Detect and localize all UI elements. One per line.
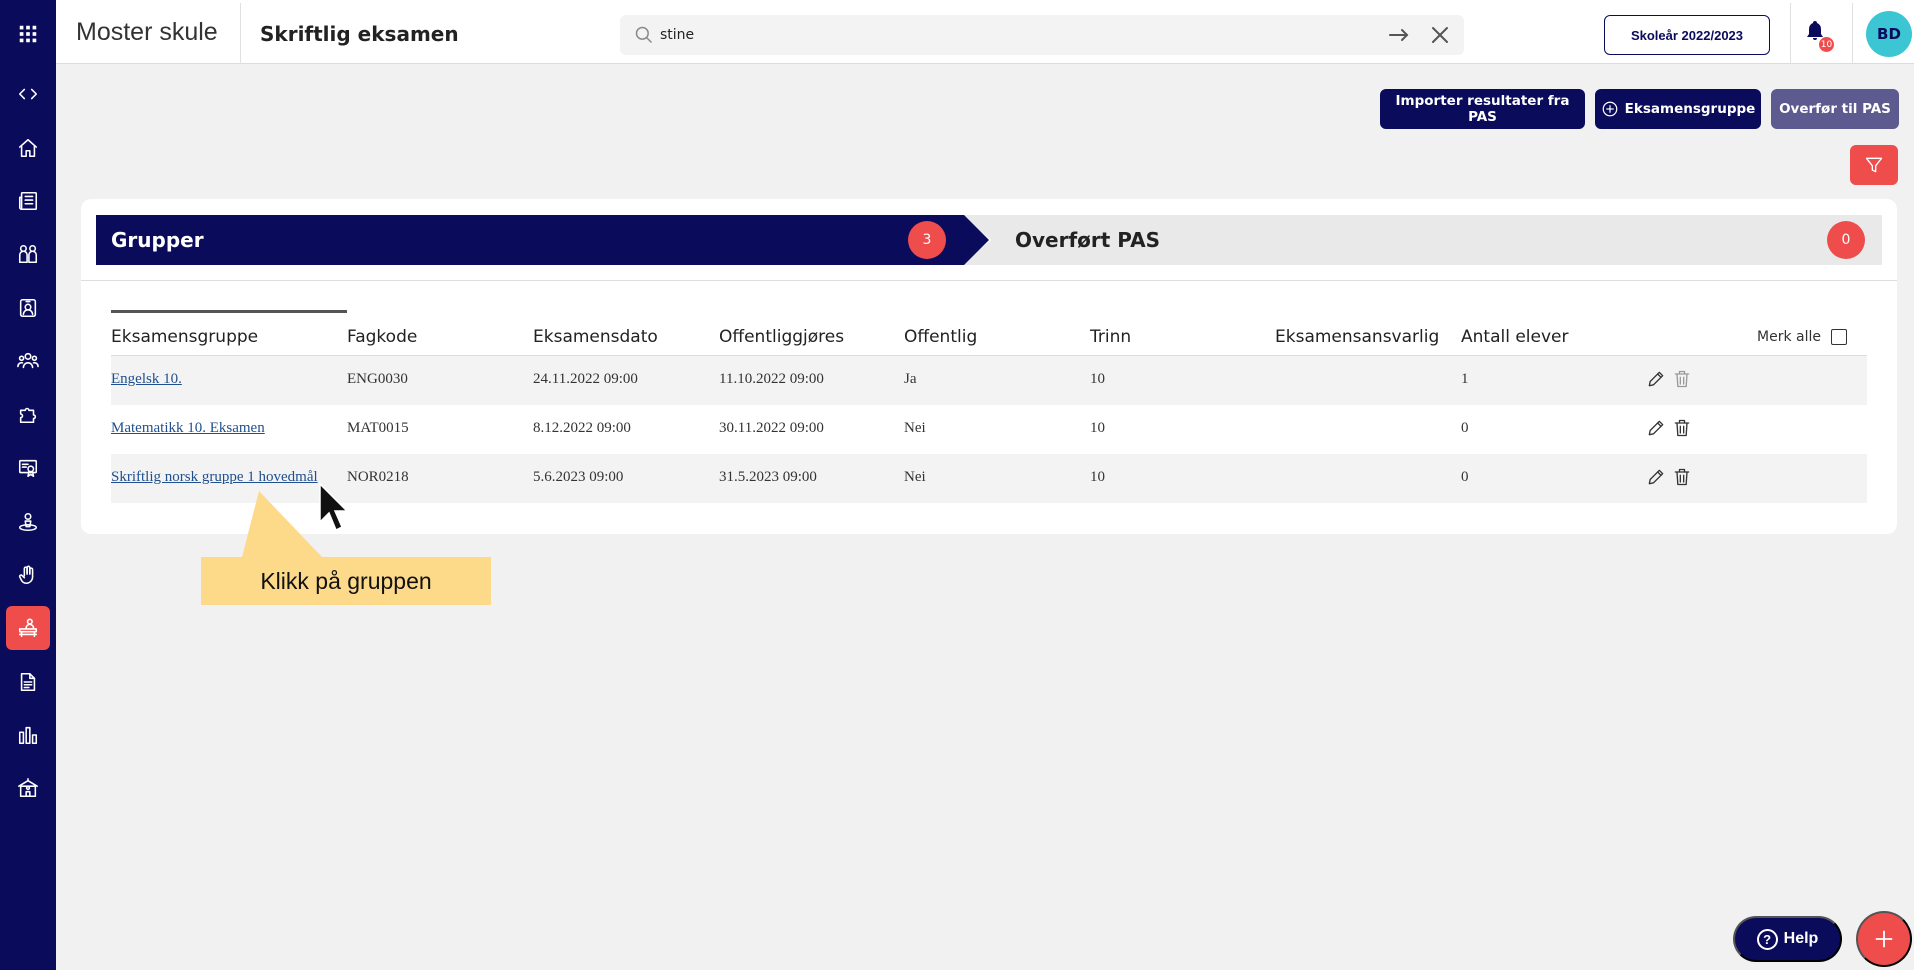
help-button[interactable]: ? Help (1733, 916, 1842, 962)
table-row: Skriftlig norsk gruppe 1 hovedmål NOR021… (111, 454, 1867, 503)
select-all-label: Merk alle (1757, 329, 1821, 345)
help-label: Help (1783, 930, 1819, 947)
public-flag: Nei (904, 469, 926, 485)
avatar[interactable]: BD (1866, 11, 1912, 57)
column-header[interactable]: Trinn (1090, 327, 1131, 347)
publish-date: 30.11.2022 09:00 (719, 420, 824, 436)
row-actions (1646, 418, 1692, 438)
divider (1790, 3, 1791, 64)
add-exam-group-label: Eksamensgruppe (1624, 101, 1756, 117)
exam-desk-icon[interactable] (6, 606, 50, 650)
level: 10 (1090, 469, 1105, 485)
column-header[interactable]: Antall elever (1461, 327, 1569, 347)
publish-date: 31.5.2023 09:00 (719, 469, 817, 485)
pencil-icon[interactable] (1646, 369, 1666, 389)
document-icon[interactable] (6, 660, 50, 704)
filter-button[interactable] (1850, 145, 1898, 185)
question-icon: ? (1756, 928, 1778, 950)
search-input[interactable] (660, 21, 1310, 49)
tab-overfort-pas[interactable]: Overført PAS 0 (961, 215, 1882, 265)
divider (1852, 3, 1853, 64)
school-building-icon[interactable] (6, 766, 50, 810)
public-flag: Ja (904, 371, 917, 387)
tab-label: Overført PAS (1015, 228, 1160, 252)
transfer-to-pas-button[interactable]: Overfør til PAS (1771, 89, 1899, 129)
pencil-icon[interactable] (1646, 467, 1666, 487)
exam-date: 24.11.2022 09:00 (533, 371, 638, 387)
mouse-cursor-icon (319, 482, 348, 532)
select-all[interactable]: Merk alle (1757, 329, 1847, 345)
table-row: Matematikk 10. Eksamen MAT0015 8.12.2022… (111, 405, 1867, 454)
column-header[interactable]: Eksamensansvarlig (1275, 327, 1439, 347)
add-fab-button[interactable] (1856, 911, 1912, 967)
filter-icon (1865, 157, 1883, 173)
trash-icon[interactable] (1672, 369, 1692, 389)
column-header[interactable]: Offentliggjøres (719, 327, 844, 347)
import-results-button[interactable]: Importer resultater fra PAS (1380, 89, 1585, 129)
trash-icon[interactable] (1672, 418, 1692, 438)
public-flag: Nei (904, 420, 926, 436)
exam-date: 5.6.2023 09:00 (533, 469, 624, 485)
level: 10 (1090, 420, 1105, 436)
column-header[interactable]: Offentlig (904, 327, 977, 347)
student-count: 1 (1461, 371, 1469, 387)
search-icon (634, 25, 654, 45)
select-all-checkbox[interactable] (1830, 329, 1847, 345)
student-count: 0 (1461, 469, 1469, 485)
column-header[interactable]: Eksamensdato (533, 327, 658, 347)
add-exam-group-button[interactable]: Eksamensgruppe (1595, 89, 1761, 129)
notification-badge: 10 (1819, 37, 1834, 52)
count-badge: 3 (908, 221, 946, 259)
notifications-button[interactable]: 10 (1803, 19, 1839, 52)
close-icon[interactable] (1426, 21, 1454, 49)
row-actions (1646, 369, 1692, 389)
trash-icon[interactable] (1672, 467, 1692, 487)
pencil-icon[interactable] (1646, 418, 1666, 438)
table-row: Engelsk 10. ENG0030 24.11.2022 09:00 11.… (111, 356, 1867, 405)
tutorial-callout: Klikk på gruppen (201, 557, 491, 605)
plus-circle-icon (1602, 101, 1618, 117)
bar-chart-icon[interactable] (6, 713, 50, 757)
tabs: Overført PAS 0 Grupper 3 (96, 215, 1882, 265)
plus-icon (1875, 930, 1893, 948)
arrow-right-icon[interactable] (1384, 21, 1414, 49)
count-badge: 0 (1827, 221, 1865, 259)
search-bar (620, 15, 1464, 55)
publish-date: 11.10.2022 09:00 (719, 371, 824, 387)
callout-pointer (242, 491, 322, 557)
row-actions (1646, 467, 1692, 487)
student-count: 0 (1461, 420, 1469, 436)
school-year-button[interactable]: Skoleår 2022/2023 (1604, 15, 1770, 55)
exam-date: 8.12.2022 09:00 (533, 420, 631, 436)
level: 10 (1090, 371, 1105, 387)
